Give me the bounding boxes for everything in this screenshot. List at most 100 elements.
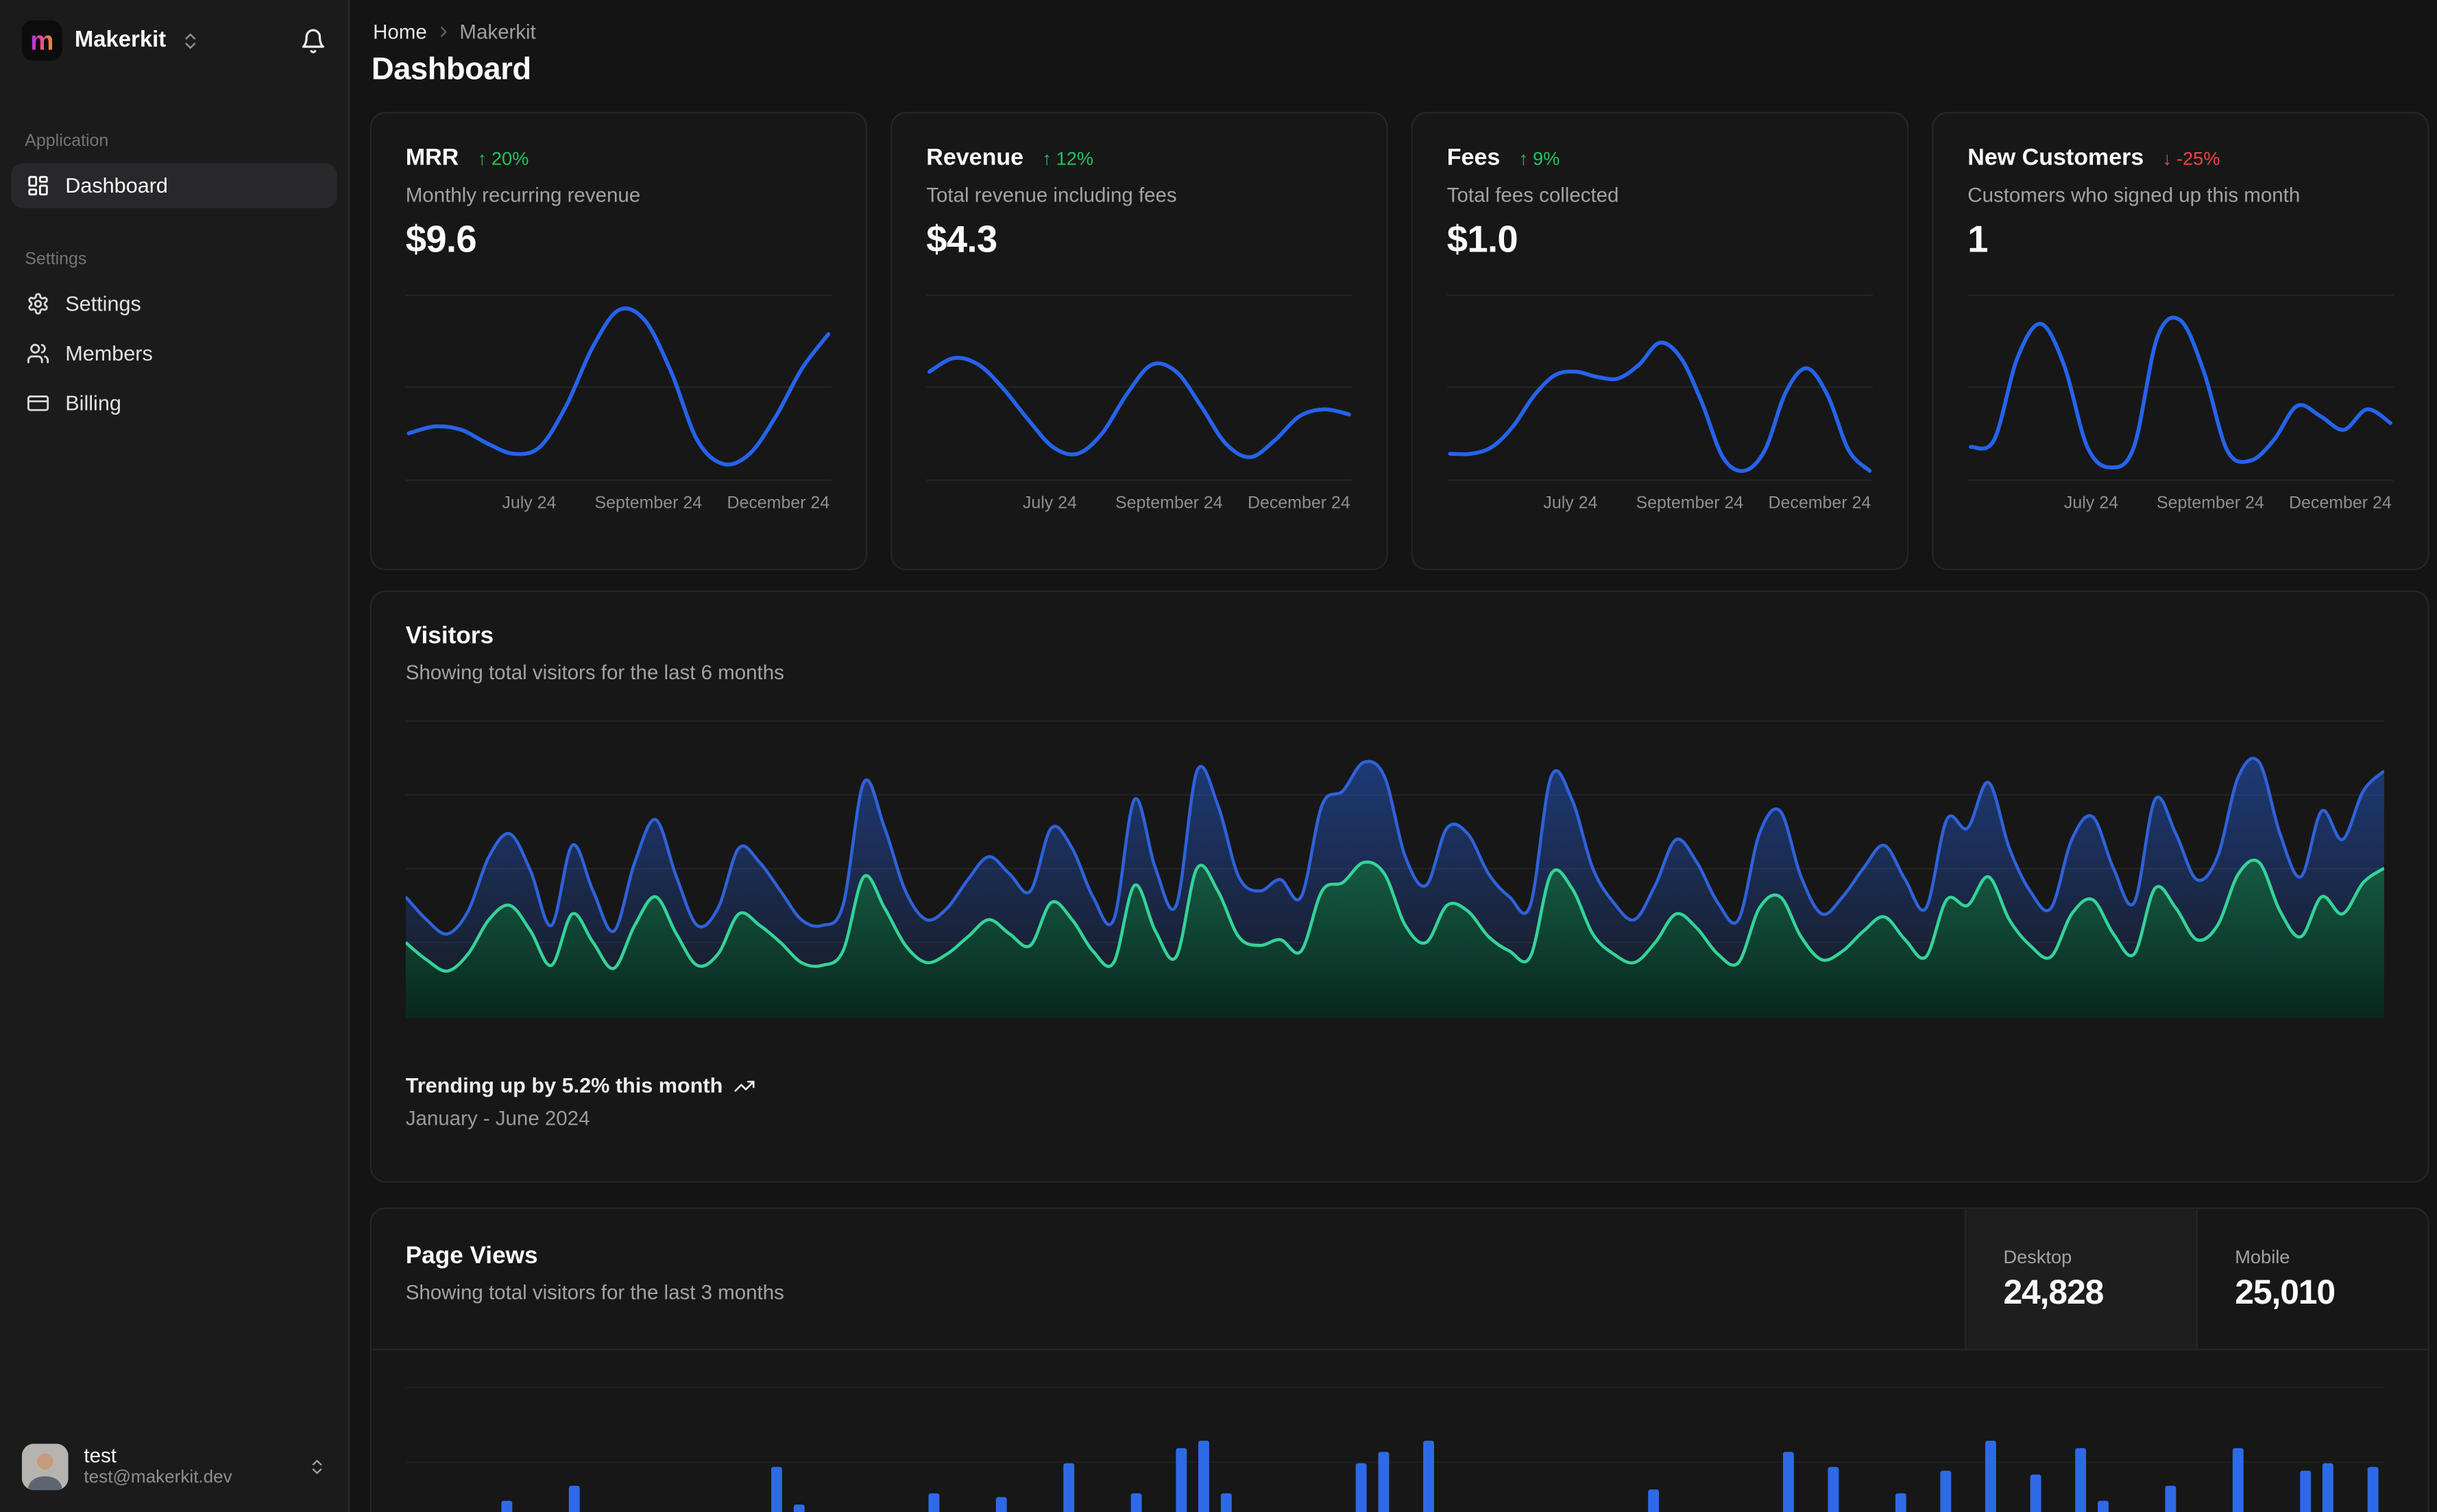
visitors-footer: Trending up by 5.2% this month bbox=[406, 1074, 2394, 1097]
arrow-up-icon: ↑ bbox=[477, 147, 487, 169]
visitors-date-range: January - June 2024 bbox=[405, 1106, 590, 1130]
x-tick: December 24 bbox=[1247, 493, 1350, 513]
sidebar-item-settings[interactable]: Settings bbox=[11, 281, 337, 326]
stat-subtitle: Total fees collected bbox=[1446, 183, 1619, 207]
sidebar-nav-settings: Settings Members Billing bbox=[0, 281, 348, 430]
sidebar-item-members[interactable]: Members bbox=[11, 331, 337, 376]
arrow-up-icon: ↑ bbox=[1042, 147, 1052, 169]
stat-card-fees: Fees ↑ 9% Total fees collected $1.0 July… bbox=[1411, 112, 1909, 571]
sparkline-x-axis: July 24 September 24 December 24 bbox=[926, 494, 1352, 516]
page-views-title: Page Views bbox=[405, 1243, 538, 1270]
revenue-sparkline-chart bbox=[926, 294, 1353, 481]
x-tick: July 24 bbox=[1543, 493, 1598, 513]
trend-value: 12% bbox=[1056, 147, 1094, 169]
mobile-toggle[interactable]: Mobile 25,010 bbox=[2196, 1208, 2428, 1349]
fees-sparkline-chart bbox=[1446, 294, 1874, 481]
main-content: Home Makerkit Dashboard MRR ↑ 20% Monthl… bbox=[350, 0, 2437, 1512]
trend-value: 9% bbox=[1532, 147, 1560, 169]
sidebar-item-dashboard[interactable]: Dashboard bbox=[10, 163, 337, 208]
users-icon bbox=[27, 342, 50, 365]
page-views-subtitle: Showing total visitors for the last 3 mo… bbox=[405, 1280, 784, 1304]
credit-card-icon bbox=[27, 391, 50, 415]
stat-subtitle: Monthly recurring revenue bbox=[405, 183, 641, 207]
trend-value: -25% bbox=[2176, 147, 2220, 169]
stat-subtitle: Total revenue including fees bbox=[926, 183, 1177, 207]
stat-title: New Customers bbox=[1967, 144, 2144, 171]
x-tick: July 24 bbox=[1022, 493, 1077, 513]
x-tick: December 24 bbox=[727, 493, 830, 513]
x-tick: December 24 bbox=[2288, 493, 2392, 513]
x-tick: September 24 bbox=[1636, 493, 1744, 513]
sparkline-x-axis: July 24 September 24 December 24 bbox=[1447, 494, 1873, 516]
makerkit-logo: m bbox=[21, 20, 62, 61]
arrow-up-icon: ↑ bbox=[1518, 147, 1529, 169]
user-name: test bbox=[84, 1443, 117, 1467]
user-meta: test test@makerkit.dev bbox=[84, 1444, 232, 1490]
notifications-bell-icon[interactable] bbox=[300, 27, 327, 54]
sidebar-item-label: Settings bbox=[65, 292, 141, 316]
mrr-sparkline-chart bbox=[405, 294, 832, 481]
sidebar-item-label: Members bbox=[65, 341, 153, 365]
app-window: m Makerkit Application Dashboard Setting… bbox=[0, 0, 2437, 1512]
stat-title: MRR bbox=[405, 144, 459, 171]
page-views-bar-chart bbox=[405, 1387, 2384, 1512]
sidebar-item-billing[interactable]: Billing bbox=[11, 380, 337, 426]
breadcrumb: Home Makerkit bbox=[370, 20, 2429, 43]
x-tick: September 24 bbox=[594, 493, 703, 513]
chevrons-up-down-icon bbox=[308, 1458, 326, 1476]
breadcrumb-current: Makerkit bbox=[459, 20, 536, 44]
trending-up-icon bbox=[733, 1075, 755, 1097]
mobile-value: 25,010 bbox=[2235, 1271, 2336, 1311]
gear-icon bbox=[27, 292, 50, 315]
stat-card-revenue: Revenue ↑ 12% Total revenue including fe… bbox=[890, 112, 1388, 571]
chevrons-up-down-icon bbox=[180, 30, 200, 50]
visitors-title: Visitors bbox=[405, 623, 494, 650]
sparkline-x-axis: July 24 September 24 December 24 bbox=[1967, 494, 2393, 516]
x-tick: July 24 bbox=[2063, 493, 2118, 513]
x-tick: September 24 bbox=[2157, 493, 2264, 513]
user-menu[interactable]: test test@makerkit.dev bbox=[0, 1425, 348, 1512]
sidebar: m Makerkit Application Dashboard Setting… bbox=[0, 0, 350, 1512]
trend-badge: ↑ 9% bbox=[1519, 147, 1560, 169]
stat-title: Revenue bbox=[926, 144, 1024, 171]
desktop-label: Desktop bbox=[2003, 1245, 2072, 1267]
user-email: test@makerkit.dev bbox=[84, 1468, 232, 1487]
sidebar-section-settings: Settings bbox=[25, 250, 87, 269]
desktop-toggle[interactable]: Desktop 24,828 bbox=[1964, 1208, 2196, 1349]
trend-value: 20% bbox=[491, 147, 529, 169]
new-customers-sparkline-chart bbox=[1967, 294, 2394, 481]
workspace-name: Makerkit bbox=[74, 27, 167, 53]
sparkline-x-axis: July 24 September 24 December 24 bbox=[406, 494, 832, 516]
page-title: Dashboard bbox=[371, 53, 531, 87]
stat-subtitle: Customers who signed up this month bbox=[1967, 183, 2301, 207]
visitors-area-chart bbox=[405, 720, 2384, 1019]
stat-value: 1 bbox=[1967, 219, 1988, 261]
page-views-toggles: Desktop 24,828 Mobile 25,010 bbox=[1964, 1208, 2428, 1349]
x-tick: September 24 bbox=[1115, 493, 1223, 513]
sidebar-item-label: Dashboard bbox=[65, 173, 168, 197]
sidebar-item-label: Billing bbox=[65, 391, 121, 415]
trend-badge: ↑ 20% bbox=[477, 147, 529, 169]
page-views-header: Page Views Showing total visitors for th… bbox=[371, 1208, 2428, 1351]
stat-card-mrr: MRR ↑ 20% Monthly recurring revenue $9.6… bbox=[369, 112, 868, 571]
x-tick: December 24 bbox=[1768, 493, 1871, 513]
visitors-trend-text: Trending up by 5.2% this month bbox=[405, 1073, 723, 1097]
visitors-card: Visitors Showing total visitors for the … bbox=[369, 590, 2429, 1183]
sidebar-section-application: Application bbox=[25, 132, 109, 151]
desktop-value: 24,828 bbox=[2003, 1271, 2104, 1311]
stat-title: Fees bbox=[1446, 144, 1501, 171]
trend-badge: ↑ 12% bbox=[1042, 147, 1093, 169]
page-views-card: Page Views Showing total visitors for th… bbox=[369, 1207, 2429, 1512]
stat-value: $1.0 bbox=[1446, 219, 1518, 261]
sidebar-nav: Dashboard bbox=[0, 163, 348, 213]
mobile-label: Mobile bbox=[2235, 1245, 2290, 1267]
stat-value: $9.6 bbox=[405, 219, 477, 261]
workspace-selector[interactable]: m Makerkit bbox=[0, 0, 348, 76]
breadcrumb-home-link[interactable]: Home bbox=[373, 20, 427, 43]
dashboard-icon bbox=[27, 174, 50, 197]
arrow-down-icon: ↓ bbox=[2162, 147, 2172, 169]
stat-card-new-customers: New Customers ↓ -25% Customers who signe… bbox=[1932, 112, 2429, 571]
avatar bbox=[21, 1443, 69, 1491]
stat-value: $4.3 bbox=[926, 219, 997, 261]
trend-badge: ↓ -25% bbox=[2163, 147, 2220, 169]
